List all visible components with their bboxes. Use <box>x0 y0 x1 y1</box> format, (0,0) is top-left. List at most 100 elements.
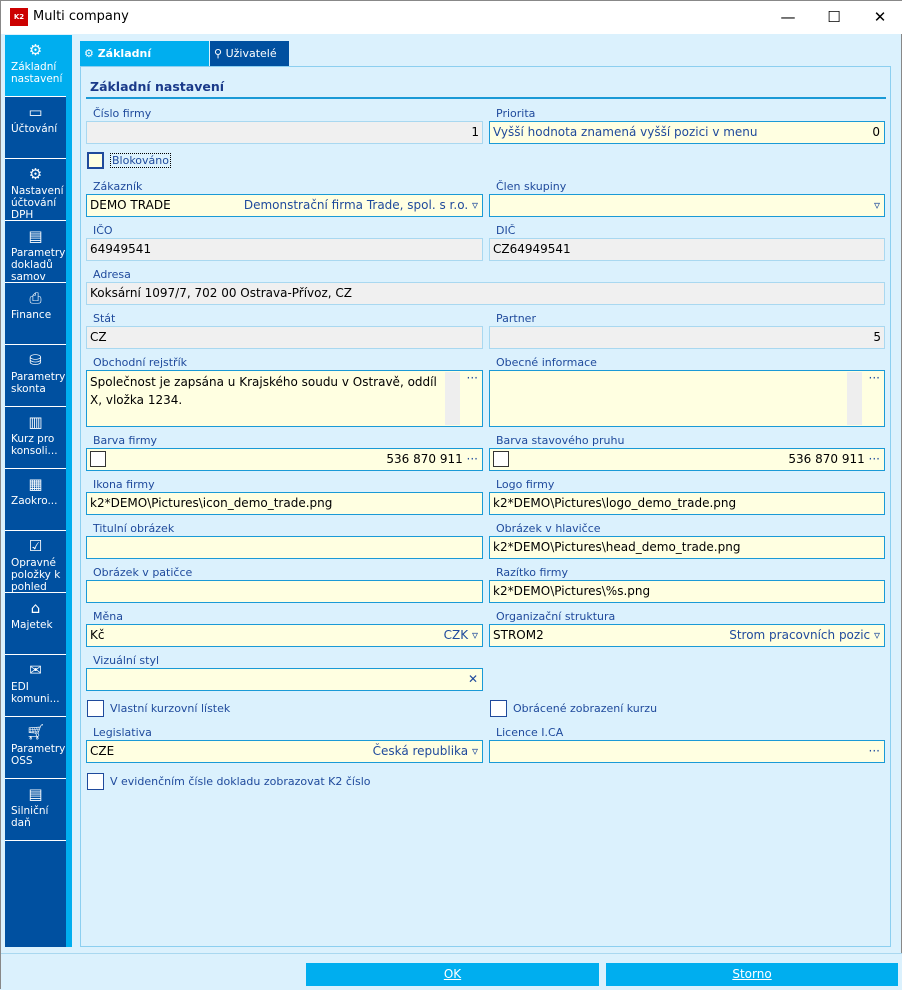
priorita-field[interactable]: Vyšší hodnota znamená vyšší pozici v men… <box>489 121 885 144</box>
vizualni-styl-field[interactable]: ✕ <box>86 668 483 691</box>
evidencni-cislo-checkbox[interactable] <box>87 773 104 790</box>
doc-settings-icon: ▤ <box>28 785 43 803</box>
obracene-zobrazeni-label: Obrácené zobrazení kurzu <box>513 702 658 715</box>
more-icon[interactable]: ··· <box>467 371 478 385</box>
ikona-firmy-field[interactable]: k2*DEMO\Pictures\icon_demo_trade.png <box>86 492 483 515</box>
legislativa-field[interactable]: CZE Česká republika ▿ <box>86 740 483 763</box>
obracene-zobrazeni-checkbox[interactable] <box>490 700 507 717</box>
logo-firmy-field[interactable]: k2*DEMO\Pictures\logo_demo_trade.png <box>489 492 885 515</box>
sidebar-item-nastaveni-dph[interactable]: ⚙ Nastavení účtování DPH <box>5 159 66 221</box>
licence-label: Licence I.CA <box>496 726 564 739</box>
sidebar-item-silnicni-dan[interactable]: ▤ Silniční daň <box>5 779 66 841</box>
barva-firmy-field[interactable]: 536 870 911 ··· <box>86 448 483 471</box>
vlastni-kurzovni-checkbox[interactable] <box>87 700 104 717</box>
vizualni-styl-label: Vizuální styl <box>93 654 160 667</box>
sidebar-item-edi[interactable]: ✉ EDI komuni... <box>5 655 66 717</box>
mail-settings-icon: ✉ <box>29 661 42 679</box>
ok-button[interactable]: OK <box>306 963 599 986</box>
gear-icon: ⚙ <box>84 47 98 60</box>
more-icon[interactable]: ··· <box>869 452 880 466</box>
sidebar-item-opravne-polozky[interactable]: ☑ Opravné položky k pohled <box>5 531 66 593</box>
adresa-field[interactable]: Koksární 1097/7, 702 00 Ostrava-Přívoz, … <box>86 282 885 305</box>
close-button[interactable]: ✕ <box>857 1 902 33</box>
ikona-firmy-label: Ikona firmy <box>93 478 155 491</box>
storno-button[interactable]: Storno <box>606 963 898 986</box>
calculator-icon: ▦ <box>28 475 43 493</box>
clen-skupiny-label: Člen skupiny <box>496 180 567 193</box>
obecne-informace-field[interactable]: ··· <box>489 370 885 427</box>
tax-settings-icon: ⚙ <box>28 165 43 183</box>
obchodni-rejstrik-label: Obchodní rejstřík <box>93 356 187 369</box>
dic-field[interactable]: CZ64949541 <box>489 238 885 261</box>
color-swatch[interactable] <box>493 451 509 467</box>
legislativa-label: Legislativa <box>93 726 152 739</box>
stat-label: Stát <box>93 312 116 325</box>
cislo-firmy-label: Číslo firmy <box>93 107 152 120</box>
app-logo: K2 <box>10 8 28 26</box>
more-icon[interactable]: ··· <box>869 741 880 762</box>
printer-icon: ⎙ <box>29 289 42 307</box>
dic-label: DIČ <box>496 224 516 237</box>
logo-firmy-label: Logo firmy <box>496 478 555 491</box>
blokovano-checkbox[interactable] <box>87 152 104 169</box>
dropdown-icon[interactable]: ▿ <box>472 744 478 758</box>
tab-zakladni-nastaveni[interactable]: ⚙ Základní nastavení <box>80 41 209 85</box>
sidebar-item-majetek[interactable]: ⌂ Majetek <box>5 593 66 655</box>
title-bar: K2 Multi company — ☐ ✕ <box>1 1 902 34</box>
vlastni-kurzovni-label: Vlastní kurzovní lístek <box>110 702 231 715</box>
more-icon[interactable]: ··· <box>869 371 880 385</box>
sidebar-item-uctovani[interactable]: ▭ Účtování <box>5 97 66 159</box>
barva-firmy-label: Barva firmy <box>93 434 158 447</box>
partner-field[interactable]: 5 <box>489 326 885 349</box>
scrollbar[interactable] <box>445 372 460 425</box>
blokovano-label: Blokováno <box>110 153 171 168</box>
sidebar-item-parametry-skonta[interactable]: ⛁ Parametry skonta <box>5 345 66 407</box>
titulni-obrazek-field[interactable] <box>86 536 483 559</box>
clear-icon[interactable]: ✕ <box>468 669 478 690</box>
users-icon: ⚲ <box>214 47 226 60</box>
obrazek-hlavicka-label: Obrázek v hlavičce <box>496 522 601 535</box>
licence-field[interactable]: ··· <box>489 740 885 763</box>
tab-uzivatele[interactable]: ⚲ Uživatelé <box>210 41 289 66</box>
sidebar-item-zakladni-nastaveni[interactable]: ⚙ Základní nastavení <box>5 35 66 97</box>
partner-label: Partner <box>496 312 536 325</box>
zakaznik-field[interactable]: DEMO TRADE Demonstrační firma Trade, spol… <box>86 194 483 217</box>
obchodni-rejstrik-field[interactable]: Společnost je zapsána u Krajského soudu … <box>86 370 483 427</box>
stat-field[interactable]: CZ <box>86 326 483 349</box>
sidebar-item-oss[interactable]: 🛒︎ Parametry OSS <box>5 717 66 779</box>
sidebar-item-kurz[interactable]: ▥ Kurz pro konsoli... <box>5 407 66 469</box>
minimize-button[interactable]: — <box>765 1 811 33</box>
dropdown-icon[interactable]: ▿ <box>874 628 880 642</box>
color-swatch[interactable] <box>90 451 106 467</box>
dropdown-icon[interactable]: ▿ <box>874 195 880 216</box>
dropdown-icon[interactable]: ▿ <box>472 198 478 212</box>
cislo-firmy-field[interactable]: 1 <box>86 121 483 144</box>
more-icon[interactable]: ··· <box>467 452 478 466</box>
priorita-label: Priorita <box>496 107 536 120</box>
obecne-informace-label: Obecné informace <box>496 356 597 369</box>
sidebar-item-zaokrouhleni[interactable]: ▦ Zaokro... <box>5 469 66 531</box>
ico-label: IČO <box>93 224 113 237</box>
sidebar-item-finance[interactable]: ⎙ Finance <box>5 283 66 345</box>
org-struktura-field[interactable]: STROM2 Strom pracovních pozic ▿ <box>489 624 885 647</box>
money-icon: ▭ <box>28 103 43 121</box>
barva-pruhu-field[interactable]: 536 870 911 ··· <box>489 448 885 471</box>
checklist-icon: ☑ <box>28 537 43 555</box>
scrollbar[interactable] <box>847 372 862 425</box>
cart-icon: 🛒︎ <box>25 723 46 741</box>
razitko-field[interactable]: k2*DEMO\Pictures\%s.png <box>489 580 885 603</box>
barva-pruhu-label: Barva stavového pruhu <box>496 434 625 447</box>
clen-skupiny-field[interactable]: ▿ <box>489 194 885 217</box>
gear-icon: ⚙ <box>28 41 43 59</box>
obrazek-hlavicka-field[interactable]: k2*DEMO\Pictures\head_demo_trade.png <box>489 536 885 559</box>
maximize-button[interactable]: ☐ <box>811 1 857 33</box>
priorita-hint: Vyšší hodnota znamená vyšší pozici v men… <box>493 125 758 139</box>
property-icon: ⌂ <box>30 599 41 617</box>
dropdown-icon[interactable]: ▿ <box>472 628 478 642</box>
mena-field[interactable]: Kč CZK ▿ <box>86 624 483 647</box>
obrazek-paticka-field[interactable] <box>86 580 483 603</box>
sidebar-item-parametry-dokladu[interactable]: ▤ Parametry dokladů samov <box>5 221 66 283</box>
obrazek-paticka-label: Obrázek v patičce <box>93 566 193 579</box>
window-title: Multi company <box>33 9 129 24</box>
ico-field[interactable]: 64949541 <box>86 238 483 261</box>
